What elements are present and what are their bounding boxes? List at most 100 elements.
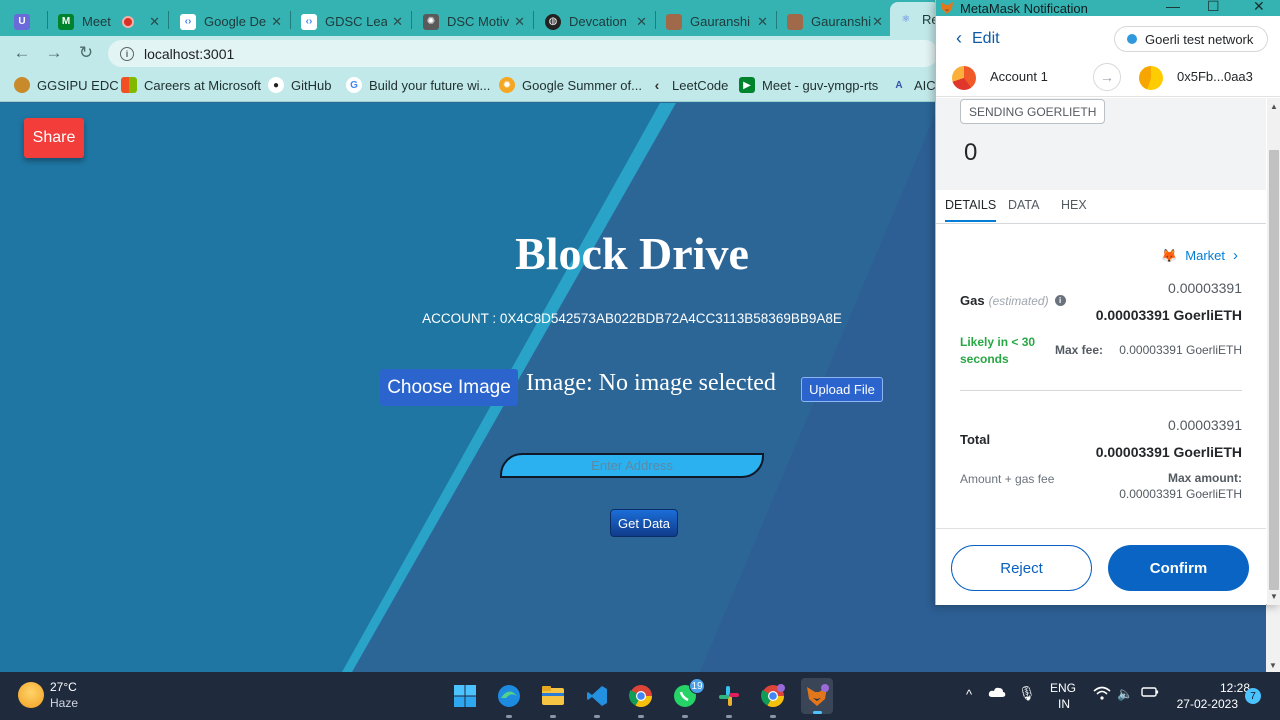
meet-icon: ▶ <box>739 77 755 93</box>
chrome-profile-icon[interactable] <box>759 682 787 718</box>
leetcode-icon: ‹ <box>654 77 660 93</box>
bookmark-meet[interactable]: ▶ Meet - guv-ymgp-rts <box>739 77 878 93</box>
tab-devcation[interactable]: ◍ Devcation ✕ <box>537 7 653 36</box>
arrow-right-icon: → <box>1093 63 1121 91</box>
tab-data[interactable]: DATA <box>1008 198 1039 212</box>
share-button[interactable]: Share <box>24 118 84 158</box>
gas-market-selector[interactable]: 🦊 Market › <box>1161 247 1238 264</box>
tab-favicon-icon: U <box>14 13 30 30</box>
site-info-icon[interactable]: i <box>120 46 134 61</box>
amount-gas-label: Amount + gas fee <box>960 472 1055 486</box>
bookmark-label: GGSIPU EDC <box>37 77 119 93</box>
gas-label: Gas <box>960 293 985 308</box>
whatsapp-icon[interactable]: 19 <box>671 678 705 718</box>
bookmark-label: Meet - guv-ymgp-rts <box>762 77 879 93</box>
tab-close-icon[interactable]: ✕ <box>149 14 160 30</box>
tab-close-icon[interactable]: ✕ <box>872 14 883 30</box>
metamask-taskbar-icon[interactable] <box>801 678 833 714</box>
scroll-up-icon[interactable]: ▲ <box>1270 102 1278 111</box>
aic-icon: A <box>895 79 903 91</box>
tab-active[interactable]: ⚛ Re <box>890 2 940 36</box>
region-code[interactable]: IN <box>1058 697 1070 712</box>
scrollbar-thumb[interactable] <box>1269 150 1279 590</box>
upload-file-button[interactable]: Upload File <box>801 377 883 402</box>
edit-button[interactable]: ‹ Edit <box>956 28 1000 49</box>
ggsipu-icon <box>14 77 30 93</box>
clock-date[interactable]: 27-02-2023 <box>1170 697 1238 712</box>
tab-meet[interactable]: M Meet ✕ <box>50 7 166 36</box>
tab-google-dev[interactable]: ‹› Google De ✕ <box>172 7 288 36</box>
notification-badge[interactable]: 7 <box>1245 688 1261 704</box>
windows-start-icon[interactable] <box>451 682 479 710</box>
reject-button[interactable]: Reject <box>951 545 1092 591</box>
bookmark-github[interactable]: ● GitHub <box>268 77 331 93</box>
metamask-content: SENDING GOERLIETH 0 DETAILS DATA HEX 🦊 M… <box>936 98 1266 605</box>
microphone-icon[interactable]: 🎙 <box>1018 686 1036 701</box>
tab-close-icon[interactable]: ✕ <box>514 14 525 30</box>
google-icon: G <box>346 77 362 93</box>
bookmark-aic[interactable]: A AIC <box>891 77 935 93</box>
weather-haze-icon[interactable] <box>18 682 44 708</box>
volume-icon[interactable]: 🔈 <box>1117 686 1133 701</box>
tab-close-icon[interactable]: ✕ <box>392 14 403 30</box>
tab-gdsc-lead[interactable]: ‹› GDSC Lea ✕ <box>293 7 409 36</box>
tab-label: Meet <box>82 14 111 29</box>
tab-0[interactable]: U <box>6 7 46 36</box>
wifi-icon[interactable] <box>1093 686 1111 703</box>
bookmark-microsoft[interactable]: Careers at Microsoft <box>121 77 261 93</box>
chrome-icon[interactable] <box>627 682 655 718</box>
tab-details[interactable]: DETAILS <box>945 198 997 222</box>
close-icon[interactable]: ✕ <box>1253 0 1265 15</box>
sending-badge: SENDING GOERLIETH <box>960 99 1106 124</box>
tab-label: Gauranshi <box>811 14 871 29</box>
edge-icon[interactable] <box>495 682 523 718</box>
tab-close-icon[interactable]: ✕ <box>636 14 647 30</box>
reload-icon[interactable]: ↻ <box>74 42 98 64</box>
bookmark-build-future[interactable]: G Build your future wi... <box>346 77 490 93</box>
confirm-button[interactable]: Confirm <box>1108 545 1249 591</box>
fox-icon: 🦊 <box>1161 247 1178 263</box>
scroll-down-icon[interactable]: ▼ <box>1270 592 1278 601</box>
bookmark-label: Build your future wi... <box>369 77 491 93</box>
tab-close-icon[interactable]: ✕ <box>271 14 282 30</box>
url-input[interactable]: i localhost:3001 <box>108 40 938 67</box>
bookmark-gsoc[interactable]: ✹ Google Summer of... <box>499 77 642 93</box>
tab-gauranshi-2[interactable]: Gauranshi ✕ <box>779 7 889 36</box>
section-divider <box>960 390 1242 391</box>
bookmark-leetcode[interactable]: ‹ LeetCode <box>649 77 729 93</box>
clock-time[interactable]: 12:28 <box>1200 681 1250 696</box>
battery-icon[interactable] <box>1141 686 1159 702</box>
chevron-up-icon[interactable]: ^ <box>966 687 972 702</box>
language-code[interactable]: ENG <box>1050 681 1076 696</box>
to-account-address: 0x5Fb...0aa3 <box>1177 69 1253 84</box>
metamask-header: ‹ Edit Goerli test network <box>936 22 1280 56</box>
metamask-scrollbar[interactable]: ▲ ▼ <box>1267 98 1280 605</box>
tab-hex[interactable]: HEX <box>1061 198 1087 212</box>
tab-gauranshi-1[interactable]: Gauranshi ✕ <box>658 7 774 36</box>
vscode-icon[interactable] <box>583 682 611 718</box>
minimize-icon[interactable]: — <box>1166 0 1180 14</box>
choose-image-button[interactable]: Choose Image <box>380 369 518 406</box>
network-name: Goerli test network <box>1145 31 1254 47</box>
slack-icon[interactable] <box>715 682 743 718</box>
forward-icon[interactable]: → <box>42 42 66 64</box>
maximize-icon[interactable]: ☐ <box>1207 0 1220 15</box>
detail-tabs: DETAILS DATA HEX <box>936 190 1266 224</box>
tab-close-icon[interactable]: ✕ <box>757 14 768 30</box>
address-input[interactable] <box>500 453 764 478</box>
back-icon[interactable]: ← <box>10 42 34 64</box>
network-selector[interactable]: Goerli test network <box>1114 26 1268 52</box>
bookmark-ggsipu[interactable]: GGSIPU EDC <box>14 77 119 93</box>
info-icon[interactable]: i <box>1054 295 1066 306</box>
max-amount-label: Max amount: <box>1167 471 1242 485</box>
action-footer: Reject Confirm <box>936 528 1266 605</box>
tab-dsc-motiv[interactable]: ✺ DSC Motiv ✕ <box>415 7 531 36</box>
scroll-down-icon[interactable]: ▼ <box>1269 661 1277 670</box>
microsoft-icon <box>121 77 137 93</box>
temperature[interactable]: 27°C <box>50 680 77 695</box>
onedrive-cloud-icon[interactable] <box>988 686 1006 702</box>
get-data-button[interactable]: Get Data <box>610 509 678 537</box>
whatsapp-badge: 19 <box>689 678 705 694</box>
gas-value-bold: 0.00003391 GoerliETH <box>1095 307 1242 323</box>
file-explorer-icon[interactable] <box>539 682 567 718</box>
